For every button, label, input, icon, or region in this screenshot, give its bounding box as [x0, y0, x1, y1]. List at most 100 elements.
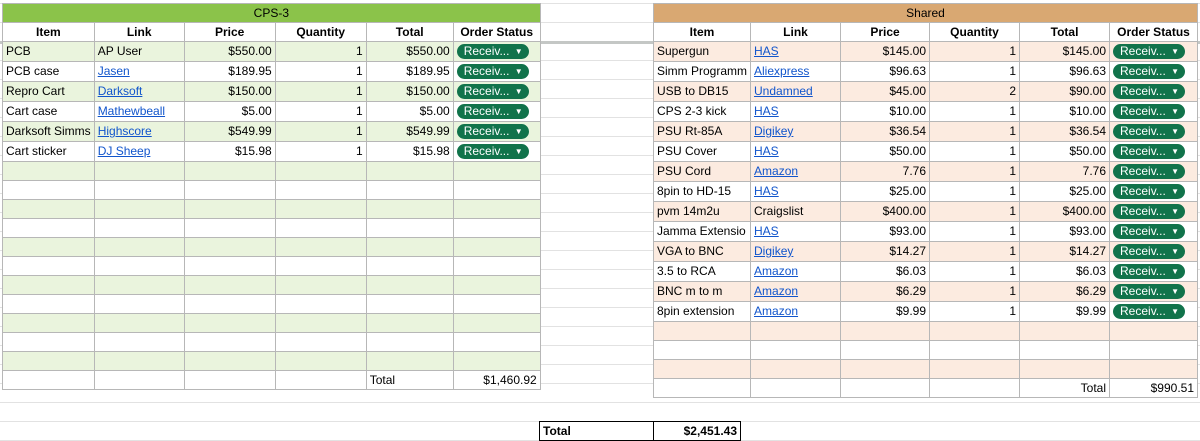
empty-cell[interactable] — [274, 237, 367, 257]
order-status-dropdown[interactable]: Receiv... ▼ — [1113, 304, 1186, 319]
empty-cell[interactable] — [93, 180, 185, 200]
empty-cell[interactable] — [750, 321, 842, 341]
vendor-link[interactable]: Amazon — [754, 164, 798, 178]
order-status-cell[interactable]: Receiv... ▼ — [452, 81, 541, 102]
vendor-link[interactable]: Amazon — [754, 304, 798, 318]
empty-cell[interactable] — [274, 199, 367, 219]
order-status-cell[interactable]: Receiv... ▼ — [1109, 301, 1199, 322]
vendor-link[interactable]: Mathewbeall — [98, 104, 165, 118]
total-cell[interactable]: $96.63 — [1019, 61, 1111, 82]
grand-total-value[interactable]: $2,451.43 — [653, 421, 741, 441]
order-status-cell[interactable]: Receiv... ▼ — [1109, 101, 1199, 122]
price-cell[interactable]: $25.00 — [840, 181, 931, 202]
price-cell[interactable]: $10.00 — [840, 101, 931, 122]
vendor-link[interactable]: DJ Sheep — [98, 144, 151, 158]
link-cell[interactable]: Jasen — [93, 61, 185, 82]
empty-cell[interactable] — [93, 256, 185, 276]
total-label[interactable]: Total — [365, 370, 454, 390]
col-header-total[interactable]: Total — [1019, 22, 1111, 42]
price-cell[interactable]: $6.29 — [840, 281, 931, 302]
price-cell[interactable]: $549.99 — [183, 121, 276, 142]
total-value[interactable]: $990.51 — [1109, 378, 1199, 398]
quantity-cell[interactable]: 1 — [929, 121, 1021, 142]
empty-cell[interactable] — [452, 218, 541, 238]
empty-cell[interactable] — [2, 313, 95, 333]
price-cell[interactable]: $9.99 — [840, 301, 931, 322]
order-status-dropdown[interactable]: Receiv... ▼ — [456, 64, 529, 79]
vendor-link[interactable]: Amazon — [754, 264, 798, 278]
quantity-cell[interactable]: 1 — [274, 61, 367, 82]
empty-cell[interactable] — [183, 199, 276, 219]
order-status-cell[interactable]: Receiv... ▼ — [452, 61, 541, 82]
price-cell[interactable]: $5.00 — [183, 101, 276, 122]
total-cell[interactable]: $150.00 — [365, 81, 454, 102]
empty-cell[interactable] — [183, 313, 276, 333]
order-status-dropdown[interactable]: Receiv... ▼ — [1113, 184, 1186, 199]
order-status-dropdown[interactable]: Receiv... ▼ — [1113, 44, 1186, 59]
link-cell[interactable]: DJ Sheep — [93, 141, 185, 162]
link-cell[interactable]: Amazon — [750, 301, 842, 322]
empty-cell[interactable] — [274, 275, 367, 295]
item-cell[interactable]: USB to DB15 — [652, 81, 752, 102]
order-status-dropdown[interactable]: Receiv... ▼ — [456, 144, 529, 159]
empty-cell[interactable] — [365, 199, 454, 219]
total-cell[interactable]: $50.00 — [1019, 141, 1111, 162]
empty-cell[interactable] — [929, 340, 1021, 360]
empty-cell[interactable] — [274, 313, 367, 333]
empty-cell[interactable] — [274, 294, 367, 314]
price-cell[interactable]: $6.03 — [840, 261, 931, 282]
total-cell[interactable]: $549.99 — [365, 121, 454, 142]
col-header-quantity[interactable]: Quantity — [929, 22, 1021, 42]
empty-cell[interactable] — [365, 351, 454, 371]
vendor-link[interactable]: Undamned — [754, 84, 813, 98]
empty-cell[interactable] — [183, 218, 276, 238]
link-cell[interactable]: Mathewbeall — [93, 101, 185, 122]
quantity-cell[interactable]: 1 — [274, 141, 367, 162]
empty-cell[interactable] — [365, 275, 454, 295]
order-status-dropdown[interactable]: Receiv... ▼ — [456, 84, 529, 99]
total-cell[interactable]: $25.00 — [1019, 181, 1111, 202]
link-cell[interactable]: HAS — [750, 141, 842, 162]
order-status-cell[interactable]: Receiv... ▼ — [452, 121, 541, 142]
empty-cell[interactable] — [274, 161, 367, 181]
empty-cell[interactable] — [750, 378, 842, 398]
order-status-cell[interactable]: Receiv... ▼ — [1109, 181, 1199, 202]
price-cell[interactable]: $189.95 — [183, 61, 276, 82]
empty-cell[interactable] — [365, 161, 454, 181]
empty-cell[interactable] — [2, 294, 95, 314]
total-cell[interactable]: $36.54 — [1019, 121, 1111, 142]
item-cell[interactable]: PCB case — [2, 61, 95, 82]
grand-total-label[interactable]: Total — [539, 421, 654, 441]
empty-cell[interactable] — [365, 332, 454, 352]
empty-cell[interactable] — [183, 275, 276, 295]
quantity-cell[interactable]: 1 — [929, 241, 1021, 262]
order-status-cell[interactable]: Receiv... ▼ — [1109, 261, 1199, 282]
empty-cell[interactable] — [93, 237, 185, 257]
empty-cell[interactable] — [2, 199, 95, 219]
empty-cell[interactable] — [93, 275, 185, 295]
empty-cell[interactable] — [274, 370, 367, 390]
empty-cell[interactable] — [93, 332, 185, 352]
empty-cell[interactable] — [652, 321, 752, 341]
link-cell[interactable]: HAS — [750, 41, 842, 62]
empty-cell[interactable] — [1109, 359, 1199, 379]
empty-cell[interactable] — [452, 275, 541, 295]
shared-title[interactable]: Shared — [652, 3, 1199, 23]
price-cell[interactable]: $50.00 — [840, 141, 931, 162]
link-cell[interactable]: Highscore — [93, 121, 185, 142]
empty-cell[interactable] — [840, 378, 931, 398]
empty-cell[interactable] — [274, 332, 367, 352]
link-cell[interactable]: Digikey — [750, 121, 842, 142]
order-status-dropdown[interactable]: Receiv... ▼ — [1113, 164, 1186, 179]
total-label[interactable]: Total — [1019, 378, 1111, 398]
price-cell[interactable]: $150.00 — [183, 81, 276, 102]
empty-cell[interactable] — [452, 294, 541, 314]
empty-cell[interactable] — [183, 370, 276, 390]
item-cell[interactable]: Darksoft Simms — [2, 121, 95, 142]
order-status-cell[interactable]: Receiv... ▼ — [452, 141, 541, 162]
price-cell[interactable]: $14.27 — [840, 241, 931, 262]
quantity-cell[interactable]: 1 — [274, 121, 367, 142]
empty-cell[interactable] — [452, 351, 541, 371]
col-header-total[interactable]: Total — [365, 22, 454, 42]
empty-cell[interactable] — [274, 351, 367, 371]
